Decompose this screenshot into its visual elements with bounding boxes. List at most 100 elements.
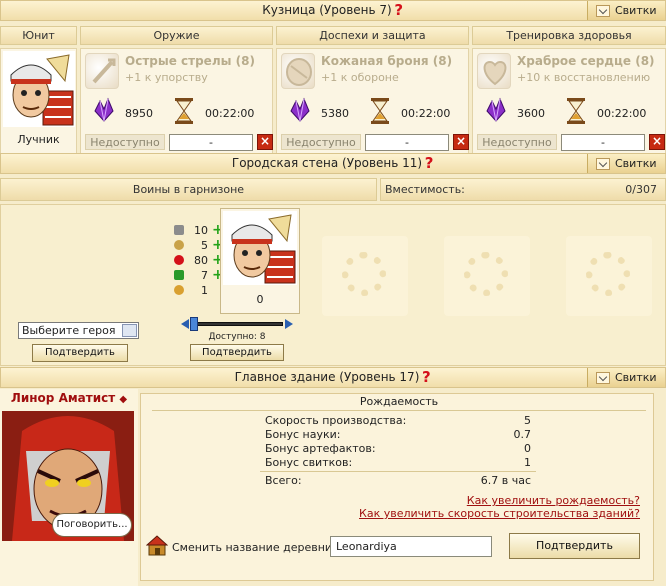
scrolls-label: Свитки bbox=[615, 157, 657, 170]
unit-cell: Лучник bbox=[0, 48, 77, 154]
cost-value: 8950 bbox=[125, 107, 153, 120]
heart-icon bbox=[477, 53, 511, 89]
cancel-icon[interactable]: × bbox=[649, 134, 665, 150]
total-value: 6.7 в час bbox=[480, 474, 531, 487]
stat-attack: 10 + bbox=[174, 223, 224, 238]
empty-slot[interactable] bbox=[322, 236, 408, 316]
chevron-down-icon bbox=[596, 372, 610, 384]
stat-row: Бонус науки: 0.7 bbox=[265, 428, 531, 442]
wall-scrolls-button[interactable]: Свитки bbox=[587, 154, 665, 173]
shield-icon bbox=[174, 240, 184, 250]
capacity-value: 0/307 bbox=[625, 183, 657, 196]
upgrade-desc: +1 к упорству bbox=[125, 71, 208, 84]
unavailable-button[interactable]: Недоступно bbox=[281, 134, 361, 150]
chevron-down-icon bbox=[596, 5, 610, 17]
governor-name[interactable]: Линор Аматист ◆ bbox=[0, 391, 138, 405]
unit-slider[interactable] bbox=[181, 317, 293, 331]
smithy-title: Кузница (Уровень 7) bbox=[262, 3, 392, 17]
slider-left-arrow[interactable] bbox=[181, 319, 189, 329]
upgrade-card-health: Храброе сердце (8) +10 к восстановлению … bbox=[472, 48, 666, 154]
upgrade-desc: +1 к обороне bbox=[321, 71, 399, 84]
talk-button[interactable]: Поговорить... bbox=[52, 513, 132, 537]
crystal-icon bbox=[486, 97, 506, 122]
empty-slot[interactable] bbox=[444, 236, 530, 316]
row-value: 0 bbox=[524, 442, 531, 455]
cost-value: 5380 bbox=[321, 107, 349, 120]
time-value: 00:22:00 bbox=[597, 107, 647, 120]
upgrade-card-armor: Кожаная броня (8) +1 к обороне 5380 00:2… bbox=[276, 48, 469, 154]
hourglass-icon bbox=[567, 98, 585, 124]
build-speed-link[interactable]: Как увеличить скорость строительства зда… bbox=[359, 507, 640, 520]
main-scrolls-button[interactable]: Свитки bbox=[587, 368, 665, 387]
help-icon[interactable]: ? bbox=[424, 156, 434, 171]
confirm-hero-button[interactable]: Подтвердить bbox=[32, 344, 128, 362]
help-icon[interactable]: ? bbox=[421, 370, 431, 385]
col-weapons: Оружие bbox=[80, 26, 273, 45]
village-name-input[interactable]: Leonardiya bbox=[330, 536, 492, 557]
hero-select[interactable]: Выберите героя bbox=[18, 322, 139, 339]
wall-header: Городская стена (Уровень 11)? Свитки bbox=[0, 153, 666, 174]
wall-title: Городская стена (Уровень 11) bbox=[231, 156, 423, 170]
upgrade-name: Острые стрелы (8) bbox=[125, 54, 255, 68]
stat-row: Бонус артефактов: 0 bbox=[265, 442, 531, 456]
chevron-down-icon bbox=[596, 158, 610, 170]
stat-health: 80 + bbox=[174, 253, 224, 268]
stat-value: 7 bbox=[201, 269, 208, 282]
hourglass-icon bbox=[175, 98, 193, 124]
birth-help-link[interactable]: Как увеличить рождаемость? bbox=[467, 494, 640, 507]
shield-icon bbox=[281, 53, 315, 89]
sword-icon bbox=[174, 225, 184, 235]
governor-name-text: Линор Аматист bbox=[10, 391, 116, 405]
stat-value: 1 bbox=[201, 284, 208, 297]
smithy-scrolls-button[interactable]: Свитки bbox=[587, 1, 665, 20]
crystal-icon bbox=[290, 97, 310, 122]
col-health: Тренировка здоровья bbox=[472, 26, 666, 45]
unavailable-button[interactable]: Недоступно bbox=[85, 134, 165, 150]
level-select[interactable]: - bbox=[561, 134, 645, 151]
available-text: Доступно: 8 bbox=[208, 332, 266, 342]
slider-track[interactable] bbox=[191, 322, 283, 326]
arrow-left-icon bbox=[174, 270, 184, 280]
main-title: Главное здание (Уровень 17) bbox=[234, 370, 420, 384]
cancel-icon[interactable]: × bbox=[453, 134, 469, 150]
money-bag-icon bbox=[174, 285, 184, 295]
level-select[interactable]: - bbox=[365, 134, 449, 151]
archer-portrait bbox=[223, 211, 297, 285]
capacity-cell: Вместимость: 0/307 bbox=[380, 178, 666, 201]
upgrade-name: Кожаная броня (8) bbox=[321, 54, 453, 68]
stat-cost: 1 bbox=[174, 284, 208, 298]
garrison-unit-slot[interactable]: 0 bbox=[220, 208, 300, 314]
stat-speed: 7 + bbox=[174, 268, 224, 283]
rename-label: Сменить название деревни: bbox=[172, 541, 336, 554]
crystal-icon bbox=[94, 97, 114, 122]
heart-icon bbox=[174, 255, 184, 265]
row-label: Бонус свитков: bbox=[265, 456, 353, 469]
stat-value: 10 bbox=[194, 224, 208, 237]
main-header: Главное здание (Уровень 17)? Свитки bbox=[0, 367, 666, 388]
slider-handle[interactable] bbox=[190, 317, 198, 331]
archer-portrait bbox=[3, 51, 75, 127]
cancel-icon[interactable]: × bbox=[257, 134, 273, 150]
slider-right-arrow[interactable] bbox=[285, 319, 293, 329]
col-armor: Доспехи и защита bbox=[276, 26, 469, 45]
level-select[interactable]: - bbox=[169, 134, 253, 151]
rename-confirm-button[interactable]: Подтвердить bbox=[509, 533, 640, 559]
hero-select-value: Выберите героя bbox=[22, 324, 116, 337]
unavailable-button[interactable]: Недоступно bbox=[477, 134, 557, 150]
col-unit: Юнит bbox=[0, 26, 77, 45]
stat-value: 5 bbox=[201, 239, 208, 252]
divider bbox=[152, 410, 646, 411]
hourglass-icon bbox=[371, 98, 389, 124]
cost-value: 3600 bbox=[517, 107, 545, 120]
chevron-down-icon[interactable] bbox=[122, 324, 137, 337]
village-icon bbox=[146, 535, 168, 556]
unit-count: 0 bbox=[256, 293, 264, 306]
help-icon[interactable]: ? bbox=[394, 3, 404, 18]
confirm-garrison-button[interactable]: Подтвердить bbox=[190, 344, 284, 361]
total-row: Всего: 6.7 в час bbox=[265, 474, 531, 488]
empty-slot[interactable] bbox=[566, 236, 652, 316]
row-label: Бонус артефактов: bbox=[265, 442, 376, 455]
capacity-label: Вместимость: bbox=[385, 183, 465, 196]
diamond-icon: ◆ bbox=[119, 394, 128, 405]
stat-row: Скорость производства: 5 bbox=[265, 414, 531, 428]
